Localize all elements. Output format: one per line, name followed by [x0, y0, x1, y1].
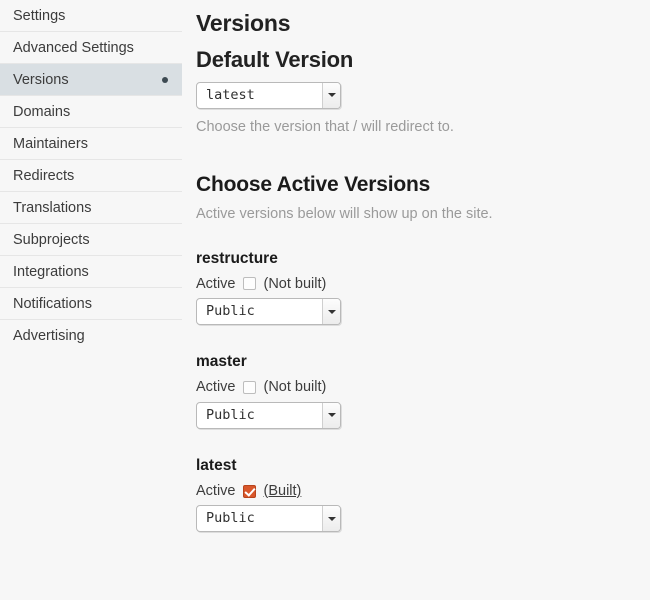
active-versions-heading: Choose Active Versions [196, 173, 431, 197]
notification-dot-icon [162, 76, 168, 83]
sidebar-item-label: Redirects [13, 168, 75, 184]
sidebar-item-label: Translations [13, 200, 92, 216]
default-version-heading: Default Version [196, 47, 354, 73]
version-name: master [196, 353, 247, 371]
sidebar-item-label: Advanced Settings [13, 40, 134, 56]
default-version-select[interactable]: latest [196, 81, 341, 109]
version-active-row: Active (Not built) [196, 380, 634, 395]
sidebar-item-label: Settings [13, 8, 66, 24]
version-active-row: Active (Not built) [196, 277, 634, 292]
build-status-text: (Not built) [263, 379, 327, 396]
active-checkbox[interactable] [242, 484, 256, 498]
version-privacy-select[interactable]: Public [196, 505, 341, 533]
default-version-select-value[interactable]: latest [196, 81, 341, 109]
sidebar-item-label: Integrations [13, 264, 89, 280]
build-status-link[interactable]: (Built) [264, 484, 302, 499]
sidebar-item-notifications[interactable]: Notifications [0, 288, 182, 320]
active-checkbox-label: Active [196, 275, 236, 292]
version-privacy-select-value[interactable]: Public [196, 298, 341, 326]
sidebar-item-domains[interactable]: Domains [0, 96, 182, 128]
sidebar-item-label: Notifications [13, 296, 92, 312]
settings-page: Settings Advanced Settings Versions Domains… [0, 0, 650, 600]
main-content: Versions Default Version latest Choose t… [182, 0, 650, 533]
version-block: master Active (Not built) Public [196, 353, 634, 429]
active-checkbox-label: Active [196, 379, 236, 396]
active-checkbox[interactable] [242, 277, 256, 291]
version-name: latest [196, 456, 237, 474]
version-active-row: Active (Built) [196, 484, 634, 499]
sidebar-item-versions[interactable]: Versions [0, 64, 182, 96]
active-checkbox[interactable] [242, 381, 256, 394]
version-block: latest Active (Built) Public [196, 457, 634, 533]
version-list: restructure Active (Not built) Public master… [196, 250, 634, 533]
active-versions-helptext: Active versions below will show up on th… [196, 206, 493, 223]
sidebar-item-redirects[interactable]: Redirects [0, 160, 182, 192]
sidebar-item-label: Advertising [13, 328, 85, 344]
version-block: restructure Active (Not built) Public [196, 250, 634, 326]
version-privacy-select[interactable]: Public [196, 298, 341, 326]
sidebar-item-translations[interactable]: Translations [0, 192, 182, 224]
default-version-helptext: Choose the version that / will redirect … [196, 118, 454, 135]
version-privacy-select-value[interactable]: Public [196, 505, 341, 533]
sidebar-nav-list: Settings Advanced Settings Versions Domains… [0, 0, 182, 352]
default-version-section: Default Version latest Choose the versio… [196, 47, 634, 136]
sidebar-item-settings[interactable]: Settings [0, 0, 182, 32]
settings-sidebar: Settings Advanced Settings Versions Domains… [0, 0, 182, 352]
sidebar-item-advertising[interactable]: Advertising [0, 320, 182, 352]
active-checkbox-label: Active [196, 482, 236, 499]
sidebar-item-label: Subprojects [13, 232, 90, 248]
version-privacy-select[interactable]: Public [196, 401, 341, 429]
sidebar-item-maintainers[interactable]: Maintainers [0, 128, 182, 160]
active-versions-section: Choose Active Versions Active versions b… [196, 173, 634, 224]
sidebar-item-advanced-settings[interactable]: Advanced Settings [0, 32, 182, 64]
sidebar-item-label: Versions [13, 72, 69, 88]
page-title: Versions [196, 10, 291, 36]
build-status-text: (Not built) [263, 275, 327, 292]
sidebar-item-integrations[interactable]: Integrations [0, 256, 182, 288]
version-name: restructure [196, 249, 278, 267]
sidebar-item-label: Maintainers [13, 136, 88, 152]
sidebar-item-label: Domains [13, 104, 71, 120]
version-privacy-select-value[interactable]: Public [196, 401, 341, 429]
sidebar-item-subprojects[interactable]: Subprojects [0, 224, 182, 256]
